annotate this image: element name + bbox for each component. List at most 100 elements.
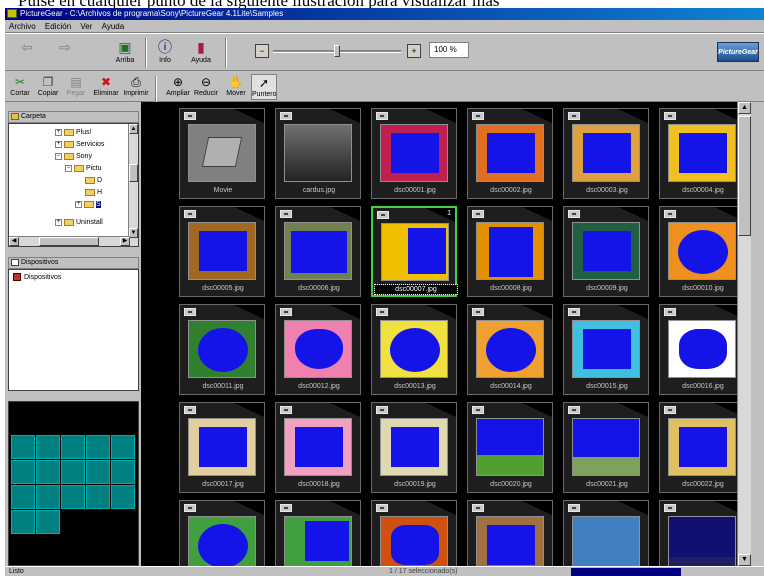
thumbnail-card[interactable]: dsc00008.jpg bbox=[467, 206, 553, 297]
menu-ver[interactable]: Ver bbox=[80, 22, 92, 31]
image-content bbox=[583, 231, 631, 271]
preview-tile bbox=[61, 485, 85, 509]
copy-button[interactable]: ❐ Copiar bbox=[35, 74, 61, 100]
list-item[interactable]: Dispositivos bbox=[13, 273, 61, 283]
thumbnail-card[interactable] bbox=[563, 500, 649, 566]
devices-list[interactable]: Dispositivos bbox=[8, 269, 139, 391]
tree-horizontal-scrollbar[interactable]: ◀ ▶ bbox=[9, 236, 130, 246]
thumbnail-card[interactable] bbox=[371, 500, 457, 566]
camera-icon bbox=[377, 211, 389, 219]
info-button[interactable]: ⓘ Info bbox=[149, 37, 181, 69]
move-tool-button[interactable]: ✋ Mover bbox=[223, 74, 249, 100]
scroll-thumb[interactable] bbox=[129, 164, 138, 182]
folder-tree[interactable]: + Plus! + Servicios − Sony − Pictu D H + S + U… bbox=[8, 123, 139, 247]
zoom-in-tool-button[interactable]: ⊕ Ampliar bbox=[165, 74, 191, 100]
image-content bbox=[487, 133, 535, 173]
tree-item[interactable]: + Servicios bbox=[55, 140, 104, 150]
menu-edicion[interactable]: Edición bbox=[45, 22, 71, 31]
thumbnail-filename: dsc00008.jpg bbox=[490, 285, 532, 292]
camera-icon bbox=[472, 504, 484, 512]
thumbnail-card[interactable]: dsc00015.jpg bbox=[563, 304, 649, 395]
scroll-thumb[interactable] bbox=[738, 116, 751, 236]
back-button[interactable]: ⇦ bbox=[11, 37, 43, 69]
print-button[interactable]: ⎙ Imprimir bbox=[123, 74, 149, 100]
tree-item[interactable]: − Pictu bbox=[65, 164, 102, 174]
thumbnail-filename: dsc00019.jpg bbox=[394, 481, 436, 488]
thumbnail-card[interactable]: dsc00004.jpg bbox=[659, 108, 737, 199]
card-corner bbox=[522, 305, 552, 319]
help-button[interactable]: ▮ Ayuda bbox=[185, 37, 217, 69]
thumbnail-image bbox=[188, 222, 256, 280]
scroll-right-icon[interactable]: ▶ bbox=[120, 237, 130, 246]
slider-thumb[interactable] bbox=[334, 45, 340, 57]
delete-button[interactable]: ✖ Eliminar bbox=[93, 74, 119, 100]
grid-vertical-scrollbar[interactable]: ▲ ▼ bbox=[737, 102, 751, 566]
thumbnail-card[interactable]: cardus.jpg bbox=[275, 108, 361, 199]
scroll-up-icon[interactable]: ▲ bbox=[738, 102, 751, 114]
thumbnail-card[interactable]: dsc00005.jpg bbox=[179, 206, 265, 297]
thumbnail-card[interactable]: dsc00002.jpg bbox=[467, 108, 553, 199]
zoom-out-small-button[interactable]: − bbox=[255, 44, 269, 58]
card-corner bbox=[618, 403, 648, 417]
card-corner bbox=[618, 501, 648, 515]
tree-item[interactable]: + Plus! bbox=[55, 128, 92, 138]
thumbnail-filename: dsc00015.jpg bbox=[586, 383, 628, 390]
thumbnail-card[interactable]: dsc00018.jpg bbox=[275, 402, 361, 493]
tree-item[interactable]: D bbox=[85, 176, 102, 186]
thumbnail-card[interactable] bbox=[275, 500, 361, 566]
thumbnail-card[interactable]: Movie bbox=[179, 108, 265, 199]
thumbnail-card[interactable]: dsc00021.jpg bbox=[563, 402, 649, 493]
zoom-out-tool-button[interactable]: ⊖ Reducir bbox=[193, 74, 219, 100]
zoom-slider[interactable] bbox=[273, 45, 401, 57]
tree-vertical-scrollbar[interactable]: ▲ ▼ bbox=[128, 124, 138, 246]
thumbnail-filename: dsc00010.jpg bbox=[682, 285, 724, 292]
scroll-thumb[interactable] bbox=[39, 237, 99, 246]
tree-item[interactable]: + S bbox=[75, 200, 101, 210]
pointer-tool-button[interactable]: ➚ Puntero bbox=[251, 74, 277, 100]
thumbnail-card[interactable]: dsc00006.jpg bbox=[275, 206, 361, 297]
thumbnail-card[interactable]: dsc00022.jpg bbox=[659, 402, 737, 493]
thumbnail-card[interactable]: dsc00012.jpg bbox=[275, 304, 361, 395]
paste-button[interactable]: ▤ Pegar bbox=[63, 74, 89, 100]
scroll-left-icon[interactable]: ◀ bbox=[9, 237, 19, 246]
image-content bbox=[391, 133, 439, 173]
zoom-in-small-button[interactable]: + bbox=[407, 44, 421, 58]
camera-icon bbox=[472, 112, 484, 120]
tree-item[interactable]: + Uninstall bbox=[55, 218, 103, 228]
thumbnail-card[interactable]: dsc00014.jpg bbox=[467, 304, 553, 395]
preview-tile bbox=[61, 435, 85, 459]
thumbnail-filename: dsc00017.jpg bbox=[202, 481, 244, 488]
thumbnail-card[interactable] bbox=[659, 500, 737, 566]
menu-archivo[interactable]: Archivo bbox=[9, 22, 36, 31]
thumbnail-card[interactable] bbox=[179, 500, 265, 566]
thumbnail-card[interactable]: dsc00019.jpg bbox=[371, 402, 457, 493]
thumbnail-card[interactable] bbox=[467, 500, 553, 566]
thumbnail-card[interactable]: 1 dsc00007.jpg bbox=[371, 206, 458, 297]
image-content bbox=[390, 328, 440, 372]
menu-bar: Archivo Edición Ver Ayuda bbox=[5, 20, 764, 33]
scroll-down-icon[interactable]: ▼ bbox=[129, 228, 138, 238]
scroll-up-icon[interactable]: ▲ bbox=[129, 124, 138, 134]
thumbnail-card[interactable]: dsc00017.jpg bbox=[179, 402, 265, 493]
cut-button[interactable]: ✂ Cortar bbox=[7, 74, 33, 100]
menu-ayuda[interactable]: Ayuda bbox=[102, 22, 125, 31]
thumbnail-card[interactable]: dsc00013.jpg bbox=[371, 304, 457, 395]
thumbnail-card[interactable]: dsc00001.jpg bbox=[371, 108, 457, 199]
thumbnail-image bbox=[284, 320, 352, 378]
thumbnail-card[interactable]: dsc00011.jpg bbox=[179, 304, 265, 395]
preview-tile bbox=[86, 485, 110, 509]
thumbnail-card[interactable]: dsc00010.jpg bbox=[659, 206, 737, 297]
folder-icon bbox=[64, 140, 74, 148]
thumbnail-card[interactable]: dsc00020.jpg bbox=[467, 402, 553, 493]
thumbnail-card[interactable]: dsc00003.jpg bbox=[563, 108, 649, 199]
thumbnail-card[interactable]: dsc00009.jpg bbox=[563, 206, 649, 297]
thumbnail-card[interactable]: dsc00016.jpg bbox=[659, 304, 737, 395]
scroll-down-icon[interactable]: ▼ bbox=[738, 554, 751, 566]
forward-button[interactable]: ⇨ bbox=[49, 37, 81, 69]
up-button[interactable]: ▣ Arriba bbox=[109, 37, 141, 69]
preview-tile bbox=[36, 460, 60, 484]
tree-item[interactable]: H bbox=[85, 188, 102, 198]
camera-icon bbox=[280, 210, 292, 218]
card-corner bbox=[234, 403, 264, 417]
tree-item[interactable]: − Sony bbox=[55, 152, 92, 162]
